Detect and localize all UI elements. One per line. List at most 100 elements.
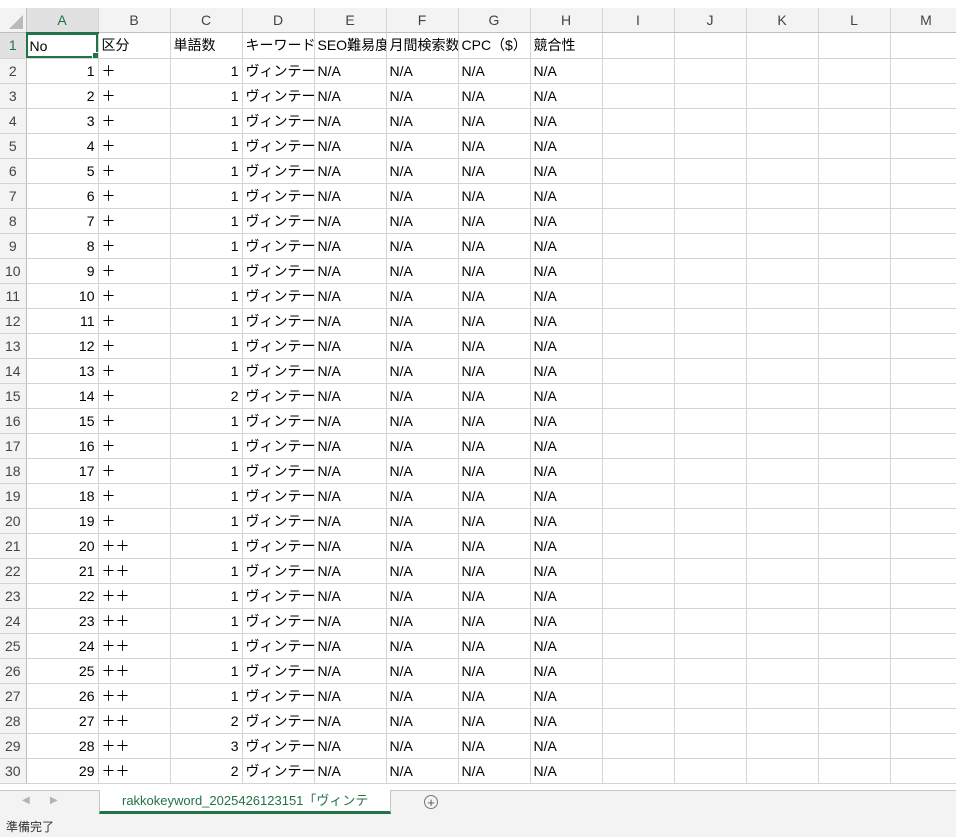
row-header[interactable]: 22 bbox=[0, 558, 27, 584]
empty-cell[interactable] bbox=[674, 508, 747, 534]
cell-keyword[interactable]: ヴィンテージ bbox=[242, 283, 315, 309]
cell-no[interactable]: 14 bbox=[26, 383, 99, 409]
row-header[interactable]: 25 bbox=[0, 633, 27, 659]
cell-keyword[interactable]: ヴィンテージ bbox=[242, 533, 315, 559]
empty-cell[interactable] bbox=[674, 658, 747, 684]
empty-cell[interactable] bbox=[746, 358, 819, 384]
empty-cell[interactable] bbox=[674, 733, 747, 759]
column-header-h[interactable]: H bbox=[530, 8, 603, 33]
empty-cell[interactable] bbox=[602, 358, 675, 384]
cell-no[interactable]: 25 bbox=[26, 658, 99, 684]
cell-words[interactable]: 1 bbox=[170, 58, 243, 84]
cell-keyword[interactable]: ヴィンテージ bbox=[242, 333, 315, 359]
cell-kubun[interactable]: ＋＋ bbox=[98, 533, 171, 559]
empty-cell[interactable] bbox=[746, 533, 819, 559]
cell-comp[interactable]: N/A bbox=[530, 483, 603, 509]
empty-cell[interactable] bbox=[674, 708, 747, 734]
cell-cpc[interactable]: N/A bbox=[458, 633, 531, 659]
cell-words[interactable]: 1 bbox=[170, 633, 243, 659]
cell-kubun[interactable]: ＋ bbox=[98, 158, 171, 184]
cell-kubun[interactable]: ＋ bbox=[98, 383, 171, 409]
empty-cell[interactable] bbox=[674, 183, 747, 209]
empty-cell[interactable] bbox=[674, 308, 747, 334]
cell-kubun[interactable]: ＋＋ bbox=[98, 733, 171, 759]
cell-kubun[interactable]: ＋ bbox=[98, 108, 171, 134]
column-header-i[interactable]: I bbox=[602, 8, 675, 33]
empty-cell[interactable] bbox=[746, 433, 819, 459]
row-header[interactable]: 8 bbox=[0, 208, 27, 234]
cell-seo[interactable]: N/A bbox=[314, 508, 387, 534]
empty-cell[interactable] bbox=[818, 558, 891, 584]
cell-keyword[interactable]: ヴィンテージ bbox=[242, 408, 315, 434]
cell-monthly[interactable]: N/A bbox=[386, 508, 459, 534]
cell-monthly[interactable]: N/A bbox=[386, 683, 459, 709]
cell-cpc[interactable]: N/A bbox=[458, 108, 531, 134]
cell-kubun[interactable]: ＋ bbox=[98, 433, 171, 459]
cell-no[interactable]: 29 bbox=[26, 758, 99, 784]
empty-cell[interactable] bbox=[818, 458, 891, 484]
cell-seo[interactable]: N/A bbox=[314, 83, 387, 109]
empty-cell[interactable] bbox=[746, 633, 819, 659]
cell-cpc[interactable]: N/A bbox=[458, 183, 531, 209]
empty-cell[interactable] bbox=[890, 158, 956, 184]
cell-cpc[interactable]: N/A bbox=[458, 283, 531, 309]
cell-comp[interactable]: N/A bbox=[530, 708, 603, 734]
cell-seo[interactable]: N/A bbox=[314, 583, 387, 609]
empty-cell[interactable] bbox=[674, 58, 747, 84]
cell-seo[interactable]: N/A bbox=[314, 208, 387, 234]
cell-kubun[interactable]: ＋ bbox=[98, 183, 171, 209]
cell-monthly[interactable]: N/A bbox=[386, 258, 459, 284]
cell-keyword[interactable]: ヴィンテージ bbox=[242, 358, 315, 384]
cell-monthly[interactable]: N/A bbox=[386, 733, 459, 759]
cell-monthly[interactable]: N/A bbox=[386, 583, 459, 609]
empty-cell[interactable] bbox=[890, 508, 956, 534]
empty-cell[interactable] bbox=[818, 83, 891, 109]
cell-keyword[interactable]: ヴィンテージ bbox=[242, 158, 315, 184]
cell-seo[interactable]: N/A bbox=[314, 158, 387, 184]
empty-cell[interactable] bbox=[818, 583, 891, 609]
empty-cell[interactable] bbox=[818, 333, 891, 359]
cell-no[interactable]: 26 bbox=[26, 683, 99, 709]
cell-words[interactable]: 1 bbox=[170, 408, 243, 434]
empty-cell[interactable] bbox=[602, 558, 675, 584]
header-cell[interactable]: キーワード bbox=[242, 32, 315, 59]
scroll-tabs-left-icon[interactable]: ◀ bbox=[22, 795, 30, 806]
cell-no[interactable]: 10 bbox=[26, 283, 99, 309]
empty-cell[interactable] bbox=[674, 483, 747, 509]
cell-keyword[interactable]: ヴィンテージ bbox=[242, 458, 315, 484]
cell-keyword[interactable]: ヴィンテージ bbox=[242, 683, 315, 709]
cell-keyword[interactable]: ヴィンテージ bbox=[242, 308, 315, 334]
cell-cpc[interactable]: N/A bbox=[458, 383, 531, 409]
empty-cell[interactable] bbox=[674, 633, 747, 659]
cell-comp[interactable]: N/A bbox=[530, 633, 603, 659]
empty-cell[interactable] bbox=[890, 408, 956, 434]
cell-monthly[interactable]: N/A bbox=[386, 558, 459, 584]
cell-cpc[interactable]: N/A bbox=[458, 533, 531, 559]
cell-cpc[interactable]: N/A bbox=[458, 133, 531, 159]
column-header-e[interactable]: E bbox=[314, 8, 387, 33]
cell-kubun[interactable]: ＋＋ bbox=[98, 608, 171, 634]
cell-keyword[interactable]: ヴィンテージ bbox=[242, 183, 315, 209]
empty-cell[interactable] bbox=[890, 283, 956, 309]
cell-comp[interactable]: N/A bbox=[530, 183, 603, 209]
cell-comp[interactable]: N/A bbox=[530, 133, 603, 159]
cell-comp[interactable]: N/A bbox=[530, 358, 603, 384]
cell-comp[interactable]: N/A bbox=[530, 658, 603, 684]
empty-cell[interactable] bbox=[746, 183, 819, 209]
cell-comp[interactable]: N/A bbox=[530, 533, 603, 559]
cell-comp[interactable]: N/A bbox=[530, 433, 603, 459]
row-header[interactable]: 28 bbox=[0, 708, 27, 734]
row-header[interactable]: 18 bbox=[0, 458, 27, 484]
row-header[interactable]: 23 bbox=[0, 583, 27, 609]
cell-cpc[interactable]: N/A bbox=[458, 208, 531, 234]
cell-seo[interactable]: N/A bbox=[314, 133, 387, 159]
empty-cell[interactable] bbox=[818, 758, 891, 784]
row-header[interactable]: 13 bbox=[0, 333, 27, 359]
cell-comp[interactable]: N/A bbox=[530, 558, 603, 584]
cell-seo[interactable]: N/A bbox=[314, 258, 387, 284]
empty-cell[interactable] bbox=[602, 133, 675, 159]
empty-cell[interactable] bbox=[818, 233, 891, 259]
cell-kubun[interactable]: ＋ bbox=[98, 308, 171, 334]
cell-cpc[interactable]: N/A bbox=[458, 158, 531, 184]
cell-kubun[interactable]: ＋ bbox=[98, 208, 171, 234]
